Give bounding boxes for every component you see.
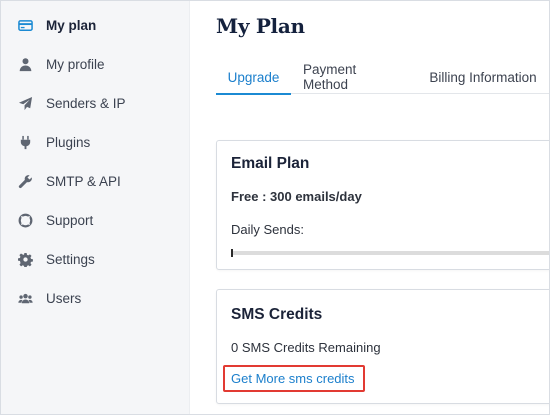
sidebar-item-smtp-api[interactable]: SMTP & API [0,162,190,201]
tab-billing-information[interactable]: Billing Information [428,60,538,94]
daily-sends-label: Daily Sends: [231,222,304,237]
tab-payment-method[interactable]: Payment Method [303,60,403,94]
sidebar-item-settings[interactable]: Settings [0,240,190,279]
sidebar-item-label: SMTP & API [46,174,121,189]
sidebar-item-my-plan[interactable]: My plan [0,6,190,45]
sidebar-item-label: My profile [46,57,105,72]
page-title: My Plan [216,14,305,38]
email-plan-title: Email Plan [231,155,310,172]
sms-credits-title: SMS Credits [231,306,323,323]
progress-fill [231,249,233,257]
lifebuoy-icon [17,213,33,229]
user-icon [17,57,33,73]
daily-sends-progress-bar [231,249,550,257]
email-plan-card: Email Plan Free : 300 emails/day Daily S… [216,140,550,270]
sidebar-item-support[interactable]: Support [0,201,190,240]
sidebar-item-label: Senders & IP [46,96,126,111]
get-more-sms-credits-link[interactable]: Get More sms credits [231,371,355,386]
sms-credits-card: SMS Credits 0 SMS Credits Remaining Get … [216,289,550,404]
sidebar-item-label: Plugins [46,135,91,150]
users-icon [17,291,33,307]
wrench-icon [17,174,33,190]
credit-card-icon [17,18,33,34]
sidebar-item-plugins[interactable]: Plugins [0,123,190,162]
sidebar-item-senders-ip[interactable]: Senders & IP [0,84,190,123]
sidebar-item-label: My plan [46,18,97,33]
sidebar: My plan My profile Senders & IP Plugins … [0,0,190,415]
tab-upgrade[interactable]: Upgrade [216,60,291,95]
sidebar-item-label: Support [46,213,94,228]
plan-text: Free : 300 emails/day [231,189,362,204]
sms-credits-remaining: 0 SMS Credits Remaining [231,340,381,355]
sidebar-item-label: Users [46,291,82,306]
plug-icon [17,135,33,151]
gear-icon [17,252,33,268]
sidebar-item-label: Settings [46,252,95,267]
sidebar-item-users[interactable]: Users [0,279,190,318]
tab-bar: Upgrade Payment Method Billing Informati… [216,60,550,95]
paper-plane-icon [17,96,33,112]
sidebar-item-my-profile[interactable]: My profile [0,45,190,84]
